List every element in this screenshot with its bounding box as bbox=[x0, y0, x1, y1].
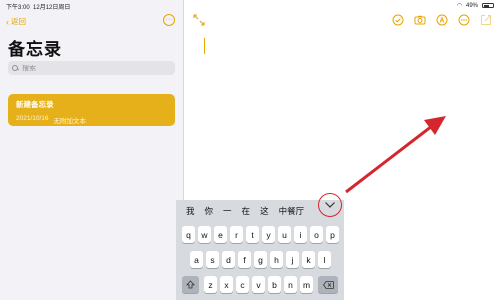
screen: ‹ 返回 ··· 备忘录 新建备忘录 2021/10/16 无附加文本 下午3:… bbox=[0, 0, 500, 300]
key[interactable]: e bbox=[214, 226, 227, 243]
key[interactable]: z bbox=[204, 276, 217, 293]
search-input[interactable] bbox=[22, 64, 162, 72]
more-icon[interactable] bbox=[458, 14, 470, 26]
expand-icon[interactable] bbox=[193, 14, 205, 26]
key-row-1: q w e r t y u i o p bbox=[176, 226, 344, 243]
candidate-word[interactable]: 在 bbox=[237, 205, 256, 217]
key[interactable]: u bbox=[278, 226, 291, 243]
status-right: ◠ 49% bbox=[457, 2, 494, 9]
key[interactable]: f bbox=[238, 251, 251, 268]
note-meta: 2021/10/16 无附加文本 bbox=[16, 115, 167, 125]
key[interactable]: c bbox=[236, 276, 249, 293]
search-field[interactable] bbox=[8, 61, 175, 75]
status-date-text: 12月12日周日 bbox=[33, 5, 71, 11]
key[interactable]: q bbox=[182, 226, 195, 243]
key[interactable]: d bbox=[222, 251, 235, 268]
key[interactable]: a bbox=[190, 251, 203, 268]
battery-icon bbox=[482, 3, 494, 8]
shift-key[interactable] bbox=[182, 276, 199, 293]
key[interactable]: x bbox=[220, 276, 233, 293]
key[interactable]: j bbox=[286, 251, 299, 268]
page-title: 备忘录 bbox=[8, 40, 62, 59]
key[interactable]: p bbox=[326, 226, 339, 243]
delete-icon bbox=[322, 280, 334, 289]
key[interactable]: s bbox=[206, 251, 219, 268]
camera-icon[interactable] bbox=[414, 14, 426, 26]
key[interactable]: g bbox=[254, 251, 267, 268]
status-time-text: 下午3:00 bbox=[6, 5, 30, 11]
markup-icon[interactable] bbox=[436, 14, 448, 26]
key[interactable]: b bbox=[268, 276, 281, 293]
key-row-3: z x c v b n m bbox=[176, 276, 344, 293]
key[interactable]: r bbox=[230, 226, 243, 243]
note-date: 2021/10/16 bbox=[16, 115, 49, 122]
shift-icon bbox=[186, 280, 195, 289]
editor-toolbar bbox=[392, 14, 492, 26]
key[interactable]: k bbox=[302, 251, 315, 268]
status-bar: 下午3:00 12月12日周日 ◠ 49% bbox=[0, 0, 500, 11]
candidate-word[interactable]: 一 bbox=[218, 205, 237, 217]
note-preview: 无附加文本 bbox=[53, 118, 87, 125]
chevron-left-icon: ‹ bbox=[6, 16, 9, 27]
key-row-2: a s d f g h j k l bbox=[176, 251, 344, 268]
key[interactable]: m bbox=[300, 276, 313, 293]
back-label: 返回 bbox=[11, 17, 26, 26]
key[interactable]: i bbox=[294, 226, 307, 243]
keyboard: q w e r t y u i o p a s d f g h j k l z bbox=[176, 222, 344, 300]
delete-key[interactable] bbox=[318, 276, 338, 293]
candidate-word[interactable]: 中餐厅 bbox=[274, 205, 310, 217]
key[interactable]: w bbox=[198, 226, 211, 243]
text-cursor bbox=[204, 38, 206, 54]
status-time: 下午3:00 12月12日周日 bbox=[6, 2, 70, 11]
key[interactable]: y bbox=[262, 226, 275, 243]
key[interactable]: n bbox=[284, 276, 297, 293]
note-title: 新建备忘录 bbox=[16, 100, 54, 109]
search-icon bbox=[12, 64, 19, 72]
key[interactable]: t bbox=[246, 226, 259, 243]
checklist-icon[interactable] bbox=[392, 14, 404, 26]
chevron-down-icon bbox=[325, 202, 335, 208]
candidate-word[interactable]: 我 bbox=[181, 205, 200, 217]
key[interactable]: o bbox=[310, 226, 323, 243]
key[interactable]: h bbox=[270, 251, 283, 268]
more-icon[interactable]: ··· bbox=[163, 14, 175, 26]
compose-icon[interactable] bbox=[480, 14, 492, 26]
candidate-word[interactable]: 这 bbox=[255, 205, 274, 217]
candidate-word[interactable]: 你 bbox=[200, 205, 219, 217]
battery-percent: 49% bbox=[465, 2, 478, 9]
key[interactable]: l bbox=[318, 251, 331, 268]
wifi-icon: ◠ bbox=[456, 3, 462, 9]
key[interactable]: v bbox=[252, 276, 265, 293]
note-list-item[interactable]: 新建备忘录 2021/10/16 无附加文本 bbox=[8, 94, 175, 126]
back-button[interactable]: ‹ 返回 bbox=[6, 16, 26, 27]
notes-sidebar: ‹ 返回 ··· 备忘录 新建备忘录 2021/10/16 无附加文本 bbox=[0, 0, 184, 300]
hide-keyboard-button[interactable] bbox=[318, 193, 342, 217]
